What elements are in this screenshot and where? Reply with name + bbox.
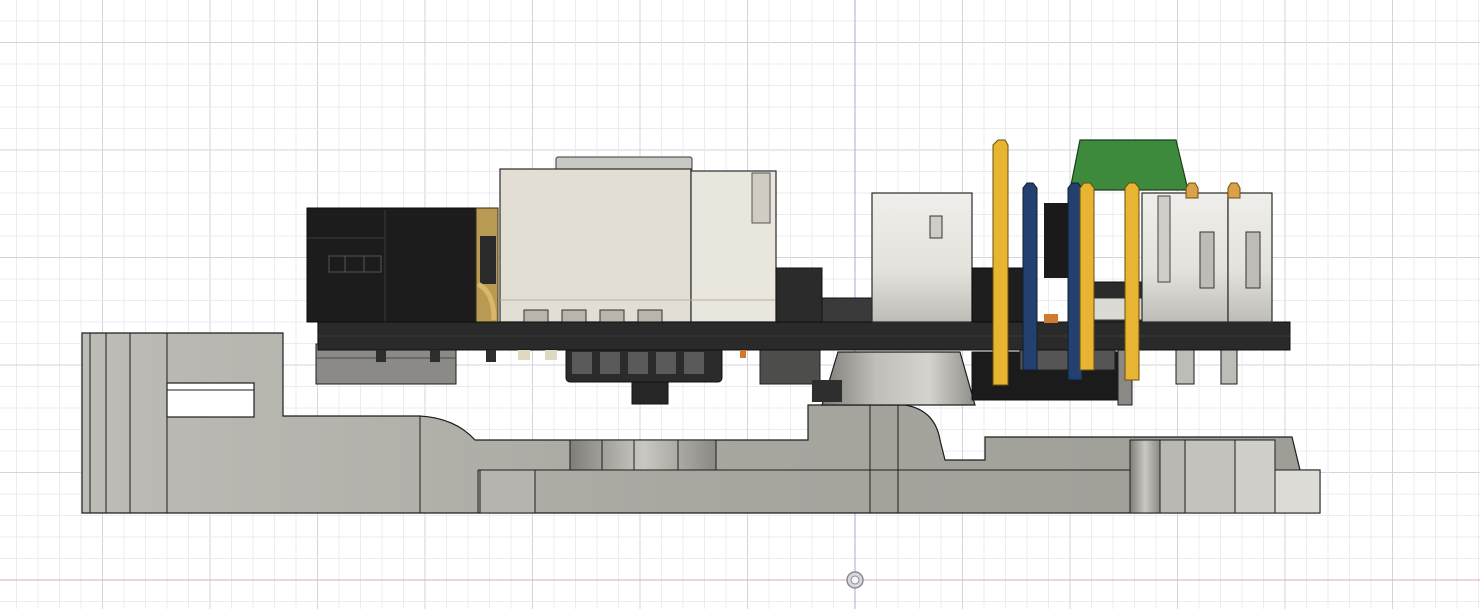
usb-ethernet-connector[interactable]	[499, 156, 875, 323]
support-post[interactable]	[821, 351, 976, 406]
black-jack-housing[interactable]	[306, 207, 499, 323]
viewport-canvas[interactable]	[0, 0, 1480, 609]
origin-marker-icon[interactable]	[846, 571, 864, 589]
under-board-components[interactable]	[315, 343, 1238, 406]
cad-viewport[interactable]	[0, 0, 1480, 609]
